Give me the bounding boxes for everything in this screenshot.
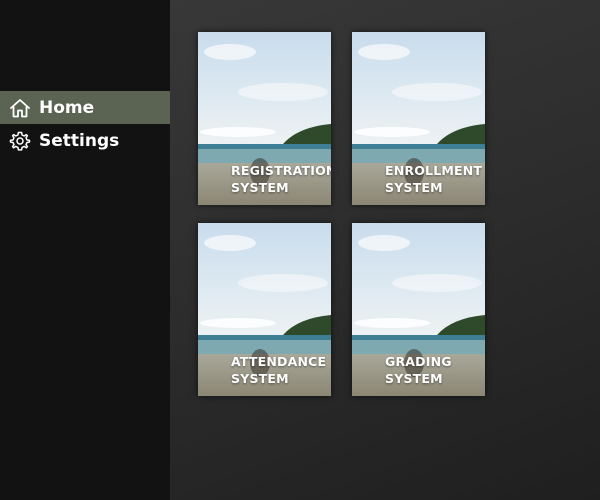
sidebar-item-home[interactable]: Home — [0, 91, 170, 124]
tile-grading-system[interactable]: GRADING SYSTEM — [352, 223, 485, 396]
app-window: Home Settings REGISTRATION SYSTEM ENROLL… — [0, 0, 600, 500]
sidebar-item-label: Home — [39, 97, 95, 118]
tile-enrollment-system[interactable]: ENROLLMENT SYSTEM — [352, 32, 485, 205]
tile-registration-system[interactable]: REGISTRATION SYSTEM — [198, 32, 331, 205]
home-icon — [9, 97, 31, 119]
tile-label: GRADING SYSTEM — [385, 354, 452, 386]
sidebar-nav: Home Settings — [0, 91, 170, 157]
gear-icon — [9, 130, 31, 152]
sidebar: Home Settings — [0, 0, 170, 500]
tile-label: REGISTRATION SYSTEM — [231, 163, 331, 195]
sidebar-item-settings[interactable]: Settings — [0, 124, 170, 157]
tile-attendance-system[interactable]: ATTENDANCE SYSTEM — [198, 223, 331, 396]
tile-label: ATTENDANCE SYSTEM — [231, 354, 327, 386]
tile-label: ENROLLMENT SYSTEM — [385, 163, 483, 195]
sidebar-item-label: Settings — [39, 130, 120, 151]
